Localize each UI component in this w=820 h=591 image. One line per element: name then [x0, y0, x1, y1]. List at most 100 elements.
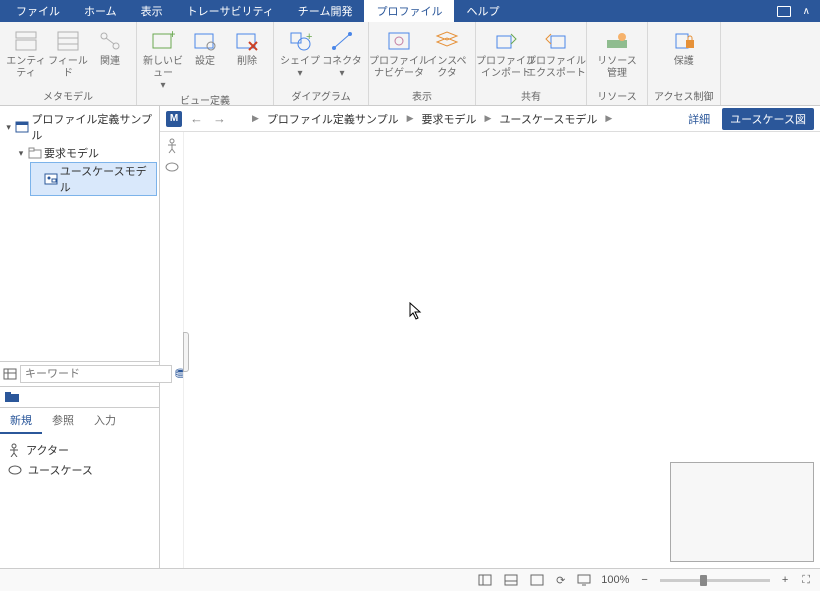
btn-view-settings[interactable]: 設定: [185, 24, 225, 68]
palette-item-label: アクター: [26, 442, 69, 458]
palette-item-usecase[interactable]: ユースケース: [8, 460, 151, 480]
menu-view[interactable]: 表示: [129, 0, 175, 22]
nav-forward-icon[interactable]: →: [211, 111, 228, 126]
palette-icon[interactable]: [4, 391, 155, 403]
tree-label: ユースケースモデル: [60, 163, 155, 195]
zoom-out-button[interactable]: −: [637, 574, 651, 586]
usecase-icon: [8, 465, 22, 475]
canvas-body: [160, 132, 820, 568]
layout-2-icon[interactable]: [502, 574, 520, 586]
grid-icon[interactable]: [3, 368, 17, 380]
status-bar: ⟳ 100% − + ⛶: [0, 568, 820, 591]
breadcrumb-item[interactable]: プロファイル定義サンプル: [267, 111, 399, 127]
ribbon-group-show: プロファイル ナビゲータ インスペクタ 表示: [369, 22, 476, 105]
menu-traceability[interactable]: トレーサビリティ: [175, 0, 286, 22]
tree-child-req[interactable]: ▾ 要求モデル: [2, 144, 157, 162]
btn-protect[interactable]: 保護: [662, 24, 706, 68]
layout-3-icon[interactable]: [528, 574, 546, 586]
canvas-toolstrip: [160, 132, 184, 568]
breadcrumb-item[interactable]: 要求モデル: [422, 111, 477, 127]
ribbon-group-access: 保護 アクセス制御: [648, 22, 721, 105]
menu-bar: ファイル ホーム 表示 トレーサビリティ チーム開発 プロファイル ヘルプ ∧: [0, 0, 820, 22]
tree-label: 要求モデル: [44, 145, 99, 161]
left-pane: ▾ プロファイル定義サンプル ▾ 要求モデル ユースケースモデル ⛃: [0, 106, 160, 568]
menu-help[interactable]: ヘルプ: [454, 0, 511, 22]
crumb-sep-icon: ▶: [483, 113, 494, 124]
diagram-icon: [44, 173, 58, 185]
menu-profile[interactable]: プロファイル: [364, 0, 454, 22]
canvas-area: M ← → ▶ プロファイル定義サンプル ▶ 要求モデル ▶ ユースケースモデル…: [160, 106, 820, 568]
zoom-in-button[interactable]: +: [778, 574, 792, 586]
btn-entity[interactable]: エンティティ: [6, 24, 46, 80]
tool-actor-icon[interactable]: [166, 138, 178, 154]
layout-1-icon[interactable]: [476, 574, 494, 586]
tree-label: プロファイル定義サンプル: [31, 111, 155, 143]
tree-root[interactable]: ▾ プロファイル定義サンプル: [2, 110, 157, 144]
ribbon-group-label: メタモデル: [43, 88, 93, 105]
diagram-canvas[interactable]: [184, 132, 820, 568]
ribbon-group-label: アクセス制御: [654, 88, 714, 105]
screen-icon[interactable]: [575, 574, 593, 586]
collapse-ribbon-icon[interactable]: ∧: [803, 6, 810, 17]
minimap[interactable]: [670, 462, 814, 562]
btn-new-view[interactable]: +新しいビュー▾: [143, 24, 183, 92]
btn-connector[interactable]: コネクタ▾: [322, 24, 362, 80]
btn-profile-import[interactable]: プロファイル インポート: [482, 24, 530, 80]
ribbon-group-label: 共有: [521, 88, 541, 105]
ribbon-group-resource: リソース管理 リソース: [587, 22, 648, 105]
svg-text:+: +: [169, 30, 175, 41]
btn-view-delete[interactable]: 削除: [227, 24, 267, 68]
palette-tab-input[interactable]: 入力: [84, 408, 126, 434]
zoom-level: 100%: [601, 574, 629, 586]
menu-team[interactable]: チーム開発: [286, 0, 365, 22]
ribbon-group-diagram: +シェイプ▾ コネクタ▾ ダイアグラム: [274, 22, 369, 105]
collapse-icon[interactable]: ▾: [16, 148, 26, 159]
palette-tab-ref[interactable]: 参照: [42, 408, 84, 434]
palette-header: [0, 386, 159, 407]
refresh-icon[interactable]: ⟳: [554, 574, 567, 587]
actor-icon: [8, 443, 20, 457]
nav-back-icon[interactable]: ←: [188, 111, 205, 126]
breadcrumb-item[interactable]: ユースケースモデル: [499, 111, 597, 127]
palette-item-actor[interactable]: アクター: [8, 440, 151, 460]
ribbon-group-share: プロファイル インポート プロファイル エクスポート 共有: [476, 22, 587, 105]
btn-resource-mgmt[interactable]: リソース管理: [593, 24, 641, 80]
ribbon-group-viewdef: +新しいビュー▾ 設定 削除 ビュー定義: [137, 22, 274, 105]
palette-tabs: 新規 参照 入力: [0, 407, 159, 434]
detail-link[interactable]: 詳細: [688, 111, 710, 127]
palette: アクター ユースケース: [0, 434, 159, 486]
ribbon-group-label: 表示: [412, 88, 432, 105]
zoom-slider[interactable]: [660, 579, 770, 582]
pane-handle[interactable]: [183, 332, 189, 372]
crumb-sep-icon: ▶: [603, 113, 614, 124]
tree-child-usecase[interactable]: ユースケースモデル: [30, 162, 157, 196]
mouse-cursor-icon: [409, 302, 423, 320]
btn-profile-navigator[interactable]: プロファイル ナビゲータ: [375, 24, 423, 80]
btn-field[interactable]: フィールド: [48, 24, 88, 80]
btn-inspector[interactable]: インスペクタ: [425, 24, 469, 80]
model-badge-icon[interactable]: M: [166, 111, 182, 127]
work-area: ▾ プロファイル定義サンプル ▾ 要求モデル ユースケースモデル ⛃: [0, 106, 820, 568]
profile-icon: [15, 121, 29, 133]
svg-text:+: +: [306, 31, 312, 43]
usecase-diagram-button[interactable]: ユースケース図: [722, 108, 814, 130]
btn-relation[interactable]: 関連: [90, 24, 130, 68]
fit-icon[interactable]: ⛶: [800, 574, 812, 587]
tool-usecase-icon[interactable]: [165, 162, 179, 172]
palette-item-label: ユースケース: [28, 462, 93, 478]
zoom-thumb[interactable]: [700, 575, 707, 586]
btn-shape[interactable]: +シェイプ▾: [280, 24, 320, 80]
ribbon-group-label: ダイアグラム: [291, 88, 350, 105]
ribbon-group-metamodel: エンティティ フィールド 関連 メタモデル: [0, 22, 137, 105]
btn-profile-export[interactable]: プロファイル エクスポート: [532, 24, 580, 80]
menu-file[interactable]: ファイル: [4, 0, 72, 22]
crumb-sep-icon: ▶: [405, 113, 416, 124]
collapse-icon[interactable]: ▾: [4, 122, 13, 133]
canvas-topbar: M ← → ▶ プロファイル定義サンプル ▶ 要求モデル ▶ ユースケースモデル…: [160, 106, 820, 132]
model-tree: ▾ プロファイル定義サンプル ▾ 要求モデル ユースケースモデル: [0, 106, 159, 361]
search-row: ⛃: [0, 361, 159, 386]
window-icon[interactable]: [777, 6, 791, 17]
keyword-input[interactable]: [20, 365, 172, 383]
menu-home[interactable]: ホーム: [72, 0, 129, 22]
palette-tab-new[interactable]: 新規: [0, 408, 42, 434]
